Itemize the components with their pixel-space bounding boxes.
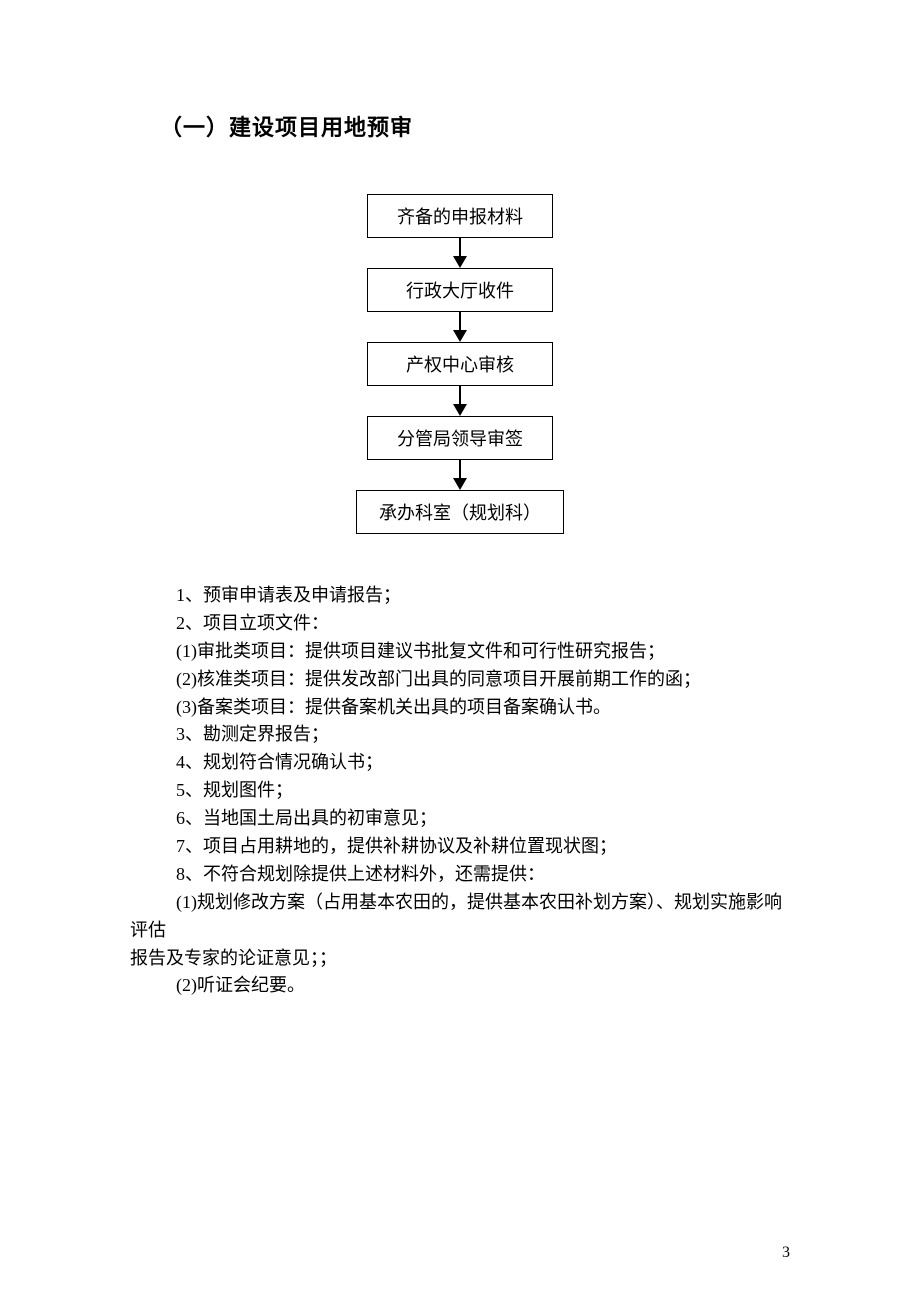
arrow-down-icon bbox=[453, 460, 467, 490]
arrow-down-icon bbox=[453, 386, 467, 416]
list-item: 3、勘测定界报告； bbox=[176, 721, 790, 749]
paragraph-line: (1)规划修改方案（占用基本农田的，提供基本农田补划方案）、规划实施影响评估 bbox=[130, 889, 790, 945]
list-subitem: (3)备案类项目：提供备案机关出具的项目备案确认书。 bbox=[176, 694, 790, 722]
list-item: 7、项目占用耕地的，提供补耕协议及补耕位置现状图； bbox=[176, 833, 790, 861]
flow-step-3: 产权中心审核 bbox=[367, 342, 553, 386]
list-item: 4、规划符合情况确认书； bbox=[176, 749, 790, 777]
body-content: 1、预审申请表及申请报告； 2、项目立项文件： (1)审批类项目：提供项目建议书… bbox=[130, 582, 790, 1000]
page-number: 3 bbox=[782, 1244, 790, 1262]
flowchart: 齐备的申报材料 行政大厅收件 产权中心审核 分管局领导审签 承办科室（规划科） bbox=[130, 194, 790, 534]
arrow-down-icon bbox=[453, 238, 467, 268]
flow-step-4: 分管局领导审签 bbox=[367, 416, 553, 460]
list-item: 1、预审申请表及申请报告； bbox=[176, 582, 790, 610]
flow-step-5: 承办科室（规划科） bbox=[356, 490, 564, 534]
list-item: 8、不符合规划除提供上述材料外，还需提供： bbox=[176, 861, 790, 889]
section-title: （一）建设项目用地预审 bbox=[160, 110, 790, 142]
paragraph-line: 报告及专家的论证意见；； bbox=[130, 945, 790, 973]
list-item: 5、规划图件； bbox=[176, 777, 790, 805]
flow-step-1: 齐备的申报材料 bbox=[367, 194, 553, 238]
arrow-down-icon bbox=[453, 312, 467, 342]
list-subitem: (2)听证会纪要。 bbox=[176, 972, 790, 1000]
list-subitem: (1)审批类项目：提供项目建议书批复文件和可行性研究报告； bbox=[176, 638, 790, 666]
list-item: 2、项目立项文件： bbox=[176, 610, 790, 638]
flow-step-2: 行政大厅收件 bbox=[367, 268, 553, 312]
list-item: 6、当地国土局出具的初审意见； bbox=[176, 805, 790, 833]
list-subitem: (2)核准类项目：提供发改部门出具的同意项目开展前期工作的函； bbox=[176, 666, 790, 694]
